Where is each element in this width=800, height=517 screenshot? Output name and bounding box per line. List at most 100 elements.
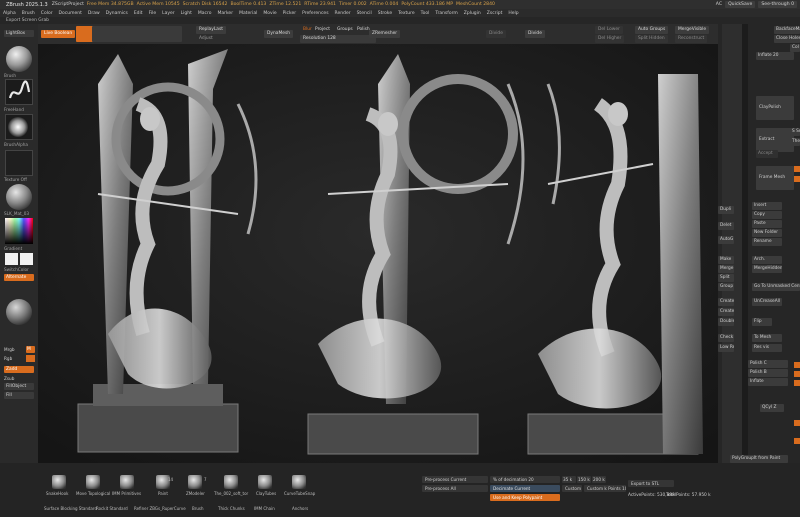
lightbox-button[interactable]: LightBox bbox=[4, 30, 34, 37]
adjust-label[interactable]: Adjust bbox=[196, 35, 216, 43]
divide-button[interactable]: Divide bbox=[486, 30, 506, 38]
menu-stencil[interactable]: Stencil bbox=[354, 11, 375, 16]
close-holes-button[interactable]: Close Holes bbox=[774, 35, 800, 43]
preset-150k-button[interactable]: 150 k bbox=[577, 476, 591, 483]
brush-thumbnail[interactable] bbox=[6, 46, 32, 72]
new-folder-button[interactable]: New Folder bbox=[752, 229, 782, 237]
del-lower-button[interactable]: Del Lower bbox=[595, 26, 623, 34]
rename-button[interactable]: Rename bbox=[752, 238, 782, 246]
fill-button[interactable]: Fill bbox=[4, 392, 34, 399]
alternate-button[interactable]: Alternate bbox=[4, 274, 34, 281]
quicksave-button[interactable]: QuickSave bbox=[725, 1, 756, 8]
document-canvas[interactable] bbox=[38, 44, 718, 463]
zsub-label[interactable]: Zsub bbox=[4, 376, 14, 381]
project-toggle[interactable]: Project bbox=[312, 26, 333, 34]
merge-button[interactable]: Merge bbox=[718, 265, 734, 273]
brush-soft-icon[interactable] bbox=[224, 475, 238, 489]
menu-help[interactable]: Help bbox=[505, 11, 521, 16]
brush-move-topological-icon[interactable] bbox=[86, 475, 100, 489]
material-sphere-2[interactable] bbox=[6, 299, 32, 325]
reconstruct-button[interactable]: Reconstruct bbox=[675, 35, 708, 43]
texture-thumbnail[interactable] bbox=[5, 150, 33, 176]
menu-transform[interactable]: Transform bbox=[432, 11, 460, 16]
resolution-slider[interactable]: Resolution 128 bbox=[300, 35, 376, 43]
brush-snakehook-icon[interactable] bbox=[52, 475, 66, 489]
right-scrollbar[interactable] bbox=[742, 24, 748, 517]
brush-curvetube-icon[interactable] bbox=[292, 475, 306, 489]
group-button[interactable]: Group bbox=[718, 283, 734, 291]
autogroups-button[interactable]: AutoG bbox=[718, 236, 734, 244]
backface-mask-button[interactable]: BackfaceMask bbox=[774, 26, 800, 34]
fillobject-button[interactable]: FillObject bbox=[4, 383, 34, 390]
arch-button[interactable]: Arch. bbox=[752, 256, 782, 264]
brush-row2-anchors[interactable]: Anchors bbox=[292, 506, 308, 511]
brush-row2-imm-chain[interactable]: IMM Chain bbox=[254, 506, 275, 511]
use-keep-polypaint-button[interactable]: Use and Keep Polypaint bbox=[490, 494, 560, 501]
m-toggle[interactable]: M bbox=[26, 346, 35, 353]
mrgb-label[interactable]: Mrgb bbox=[4, 347, 15, 352]
polish-c-slider[interactable]: Polish C bbox=[748, 360, 788, 368]
merge-visible-button[interactable]: MergeVisible bbox=[675, 26, 710, 34]
main-color-swatch[interactable] bbox=[5, 253, 18, 265]
frame-mesh-button[interactable]: Frame Mesh bbox=[756, 166, 794, 190]
sculpt-viewport[interactable] bbox=[38, 44, 718, 463]
stroke-thumbnail[interactable] bbox=[5, 79, 33, 105]
rgb-label[interactable]: Rgb bbox=[4, 356, 12, 361]
copy-button[interactable]: Copy bbox=[752, 211, 782, 219]
ac-label[interactable]: AC bbox=[716, 2, 722, 7]
split-hidden-button[interactable]: Split Hidden bbox=[635, 35, 668, 43]
live-boolean-button[interactable]: Live Boolean bbox=[41, 30, 76, 38]
pct-decimation-slider[interactable]: % of decimation 20 bbox=[490, 476, 560, 483]
claypolish-button[interactable]: ClayPolish bbox=[756, 96, 794, 120]
secondary-color-swatch[interactable] bbox=[20, 253, 33, 265]
menu-stroke[interactable]: Stroke bbox=[375, 11, 395, 16]
inflate-slider[interactable]: Inflate 20 bbox=[756, 52, 794, 60]
polygroup-from-paint-button[interactable]: PolyGroupIt from Paint bbox=[730, 455, 788, 463]
brush-zmodeler-icon[interactable] bbox=[188, 475, 202, 489]
insert-button[interactable]: Insert bbox=[752, 202, 782, 210]
preset-200k-button[interactable]: 200 k bbox=[592, 476, 606, 483]
create-button[interactable]: Create bbox=[718, 298, 734, 306]
menu-movie[interactable]: Movie bbox=[260, 11, 279, 16]
menu-brush[interactable]: Brush bbox=[19, 11, 38, 16]
decimate-current-button[interactable]: Decimate Current bbox=[490, 485, 560, 492]
polish-b-slider[interactable]: Polish B bbox=[748, 369, 788, 377]
alpha-thumbnail[interactable] bbox=[5, 114, 33, 140]
auto-groups-button[interactable]: Auto Groups bbox=[635, 26, 669, 34]
replay-last-button[interactable]: ReplayLast bbox=[196, 26, 226, 34]
menu-render[interactable]: Render bbox=[332, 11, 354, 16]
uncrease-all-button[interactable]: UnCreaseAll bbox=[752, 298, 782, 306]
delete-button[interactable]: Delet bbox=[718, 222, 734, 230]
menu-tool[interactable]: Tool bbox=[418, 11, 433, 16]
menu-dynamics[interactable]: Dynamics bbox=[103, 11, 131, 16]
menu-document[interactable]: Document bbox=[56, 11, 85, 16]
qcyl-button[interactable]: QCyl Z bbox=[760, 404, 784, 412]
menu-light[interactable]: Light bbox=[178, 11, 195, 16]
brush-row2-brush[interactable]: Brush bbox=[192, 506, 204, 511]
scale-mode-button[interactable] bbox=[136, 26, 160, 42]
move-mode-button[interactable] bbox=[114, 26, 138, 42]
inflate-slider-2[interactable]: Inflate bbox=[748, 378, 788, 386]
menu-edit[interactable]: Edit bbox=[131, 11, 146, 16]
brush-claytubes-icon[interactable] bbox=[258, 475, 272, 489]
double-button[interactable]: Double bbox=[718, 318, 734, 326]
color-picker[interactable] bbox=[5, 218, 33, 244]
menu-layer[interactable]: Layer bbox=[159, 11, 178, 16]
go-to-unmasked-center-button[interactable]: Go To Unmasked Center bbox=[752, 283, 800, 291]
custom-button[interactable]: Custom bbox=[562, 485, 582, 492]
brush-row2-surface-blocking[interactable]: Surface Blocking Standard bbox=[44, 506, 97, 511]
preset-35k-button[interactable]: 35 k bbox=[562, 476, 576, 483]
preprocess-current-button[interactable]: Pre-process Current bbox=[422, 476, 488, 483]
dynamesh-button[interactable]: DynaMesh bbox=[264, 30, 294, 38]
brush-imm-primitives-icon[interactable] bbox=[120, 475, 134, 489]
s-smt-toggle[interactable]: S Smt bbox=[790, 128, 800, 136]
export-stl-button[interactable]: Export to STL bbox=[628, 480, 674, 487]
rotate-mode-button[interactable] bbox=[158, 26, 182, 42]
menu-macro[interactable]: Macro bbox=[195, 11, 215, 16]
accept-button[interactable]: Accept bbox=[756, 150, 778, 158]
del-higher-button[interactable]: Del Higher bbox=[595, 35, 625, 43]
menu-zscript[interactable]: Zscript bbox=[484, 11, 506, 16]
merge-hidden-button[interactable]: MergeHidden bbox=[752, 265, 782, 273]
menu-draw[interactable]: Draw bbox=[85, 11, 103, 16]
export-screen-grab[interactable]: Export Screen Grab bbox=[0, 18, 49, 23]
